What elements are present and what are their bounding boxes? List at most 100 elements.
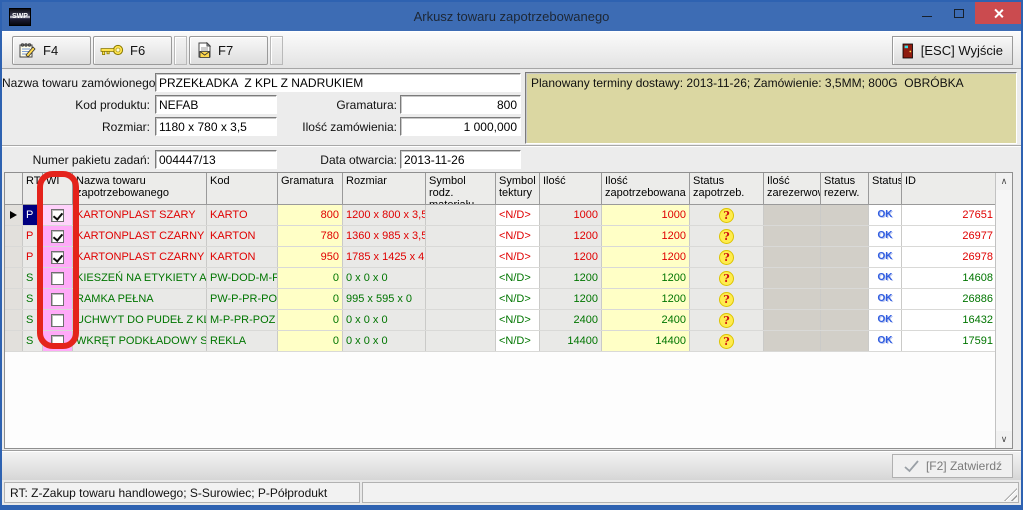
cell-ilosc_zapotrzebowana[interactable]: 1200 — [602, 226, 690, 246]
table-row[interactable]: SKIESZEŃ NA ETYKIETY A5PW-DOD-M-F00 x 0 … — [5, 268, 1012, 289]
wi-checkbox[interactable] — [51, 251, 64, 264]
cell-rozmiar[interactable]: 1785 x 1425 x 4,5 — [343, 247, 426, 267]
cell-symbol_tektury[interactable]: <N/D> — [496, 331, 540, 351]
cell-kod[interactable]: PW-P-PR-PO — [207, 289, 278, 309]
table-row[interactable]: SUCHWYT DO PUDEŁ Z KLM-P-PR-POZ00 x 0 x … — [5, 310, 1012, 331]
cell-kod[interactable]: KARTON — [207, 247, 278, 267]
wi-checkbox[interactable] — [51, 293, 64, 306]
cell-ilosc_zapotrzebowana[interactable]: 1200 — [602, 268, 690, 288]
cell-name[interactable]: RAMKA PEŁNA — [73, 289, 207, 309]
rozmiar-field[interactable]: 1180 x 780 x 3,5 — [155, 117, 277, 136]
numer-pakietu-field[interactable]: 004447/13 — [155, 150, 277, 169]
cell-status_zapotrzeb[interactable]: ? — [690, 289, 764, 309]
cell-id[interactable]: 27651 — [902, 205, 997, 225]
minimize-button[interactable] — [911, 2, 943, 24]
cell-symbol_rodz[interactable] — [426, 247, 496, 267]
table-row[interactable]: SRAMKA PEŁNAPW-P-PR-PO0995 x 595 x 0<N/D… — [5, 289, 1012, 310]
cell-status_zapotrzeb[interactable]: ? — [690, 205, 764, 225]
wi-checkbox[interactable] — [51, 314, 64, 327]
cell-status[interactable]: OK — [869, 310, 902, 330]
cell-id[interactable]: 16432 — [902, 310, 997, 330]
cell-ilosc[interactable]: 2400 — [540, 310, 602, 330]
scroll-up-button[interactable]: ∧ — [996, 173, 1012, 190]
cell-ilosc[interactable]: 1200 — [540, 226, 602, 246]
cell-ilosc[interactable]: 1200 — [540, 247, 602, 267]
resize-grip[interactable] — [1004, 488, 1017, 501]
cell-ilosc_zarezerwowana[interactable] — [764, 205, 821, 225]
cell-symbol_rodz[interactable] — [426, 226, 496, 246]
cell-status_rezerw[interactable] — [821, 247, 869, 267]
cell-symbol_rodz[interactable] — [426, 310, 496, 330]
cell-kod[interactable]: PW-DOD-M-F — [207, 268, 278, 288]
cell-gramatura[interactable]: 950 — [278, 247, 343, 267]
cell-symbol_tektury[interactable]: <N/D> — [496, 268, 540, 288]
cell-name[interactable]: KIESZEŃ NA ETYKIETY A5 — [73, 268, 207, 288]
f7-button[interactable]: F7 — [189, 36, 268, 65]
data-otwarcia-field[interactable]: 2013-11-26 — [400, 150, 521, 169]
cell-name[interactable]: KARTONPLAST CZARNY — [73, 247, 207, 267]
cell-symbol_tektury[interactable]: <N/D> — [496, 310, 540, 330]
cell-id[interactable]: 17591 — [902, 331, 997, 351]
cell-symbol_tektury[interactable]: <N/D> — [496, 247, 540, 267]
cell-gramatura[interactable]: 780 — [278, 226, 343, 246]
cell-ilosc[interactable]: 1200 — [540, 289, 602, 309]
table-row[interactable]: P KARTONPLAST CZARNYKARTON7801360 x 985 x… — [5, 226, 1012, 247]
cell-status_zapotrzeb[interactable]: ? — [690, 310, 764, 330]
nazwa-towaru-field[interactable]: PRZEKŁADKA Z KPL Z NADRUKIEM — [155, 73, 521, 92]
cell-ilosc_zarezerwowana[interactable] — [764, 247, 821, 267]
cell-status[interactable]: OK — [869, 268, 902, 288]
wi-checkbox[interactable] — [51, 272, 64, 285]
cell-ilosc_zapotrzebowana[interactable]: 14400 — [602, 331, 690, 351]
cell-status[interactable]: OK — [869, 289, 902, 309]
table-row[interactable]: P KARTONPLAST CZARNYKARTON9501785 x 1425 … — [5, 247, 1012, 268]
cell-ilosc_zarezerwowana[interactable] — [764, 331, 821, 351]
cell-ilosc_zarezerwowana[interactable] — [764, 226, 821, 246]
table-row[interactable]: PKARTONPLAST SZARYKARTO8001200 x 800 x 3… — [5, 205, 1012, 226]
cell-ilosc_zarezerwowana[interactable] — [764, 268, 821, 288]
cell-rozmiar[interactable]: 1360 x 985 x 3,5 — [343, 226, 426, 246]
wi-checkbox[interactable] — [51, 230, 64, 243]
cell-status_zapotrzeb[interactable]: ? — [690, 226, 764, 246]
cell-id[interactable]: 26977 — [902, 226, 997, 246]
cell-rt[interactable]: P — [23, 226, 43, 246]
cell-rt[interactable]: P — [23, 247, 43, 267]
ilosc-zamowienia-field[interactable]: 1 000,000 — [400, 117, 521, 136]
wi-checkbox[interactable] — [51, 335, 64, 348]
cell-rt[interactable]: P — [23, 205, 43, 225]
cell-status_zapotrzeb[interactable]: ? — [690, 331, 764, 351]
cell-wi[interactable] — [43, 226, 73, 246]
cell-id[interactable]: 14608 — [902, 268, 997, 288]
cell-ilosc_zapotrzebowana[interactable]: 1200 — [602, 247, 690, 267]
cell-gramatura[interactable]: 0 — [278, 268, 343, 288]
cell-name[interactable]: WKRĘT PODKŁADOWY SA — [73, 331, 207, 351]
cell-status_zapotrzeb[interactable]: ? — [690, 268, 764, 288]
cell-ilosc_zarezerwowana[interactable] — [764, 289, 821, 309]
cell-kod[interactable]: KARTO — [207, 205, 278, 225]
cell-ilosc[interactable]: 14400 — [540, 331, 602, 351]
cell-status[interactable]: OK — [869, 226, 902, 246]
scroll-down-button[interactable]: ∨ — [996, 431, 1012, 448]
cell-name[interactable]: KARTONPLAST SZARY — [73, 205, 207, 225]
cell-symbol_tektury[interactable]: <N/D> — [496, 289, 540, 309]
cell-symbol_rodz[interactable] — [426, 331, 496, 351]
cell-wi[interactable] — [43, 289, 73, 309]
esc-exit-button[interactable]: [ESC] Wyjście — [892, 36, 1013, 65]
cell-status_rezerw[interactable] — [821, 331, 869, 351]
cell-ilosc_zapotrzebowana[interactable]: 1000 — [602, 205, 690, 225]
cell-gramatura[interactable]: 0 — [278, 310, 343, 330]
kod-produktu-field[interactable]: NEFAB — [155, 95, 277, 114]
cell-name[interactable]: KARTONPLAST CZARNY — [73, 226, 207, 246]
vertical-scrollbar[interactable]: ∧ ∨ — [995, 173, 1012, 448]
cell-rt[interactable]: S — [23, 331, 43, 351]
f2-approve-button[interactable]: [F2] Zatwierdź — [892, 454, 1013, 478]
cell-status_rezerw[interactable] — [821, 226, 869, 246]
cell-kod[interactable]: M-P-PR-POZ — [207, 310, 278, 330]
cell-id[interactable]: 26978 — [902, 247, 997, 267]
cell-status_zapotrzeb[interactable]: ? — [690, 247, 764, 267]
cell-ilosc_zapotrzebowana[interactable]: 2400 — [602, 310, 690, 330]
cell-ilosc_zapotrzebowana[interactable]: 1200 — [602, 289, 690, 309]
cell-kod[interactable]: KARTON — [207, 226, 278, 246]
cell-symbol_rodz[interactable] — [426, 205, 496, 225]
cell-wi[interactable] — [43, 247, 73, 267]
cell-ilosc_zarezerwowana[interactable] — [764, 310, 821, 330]
